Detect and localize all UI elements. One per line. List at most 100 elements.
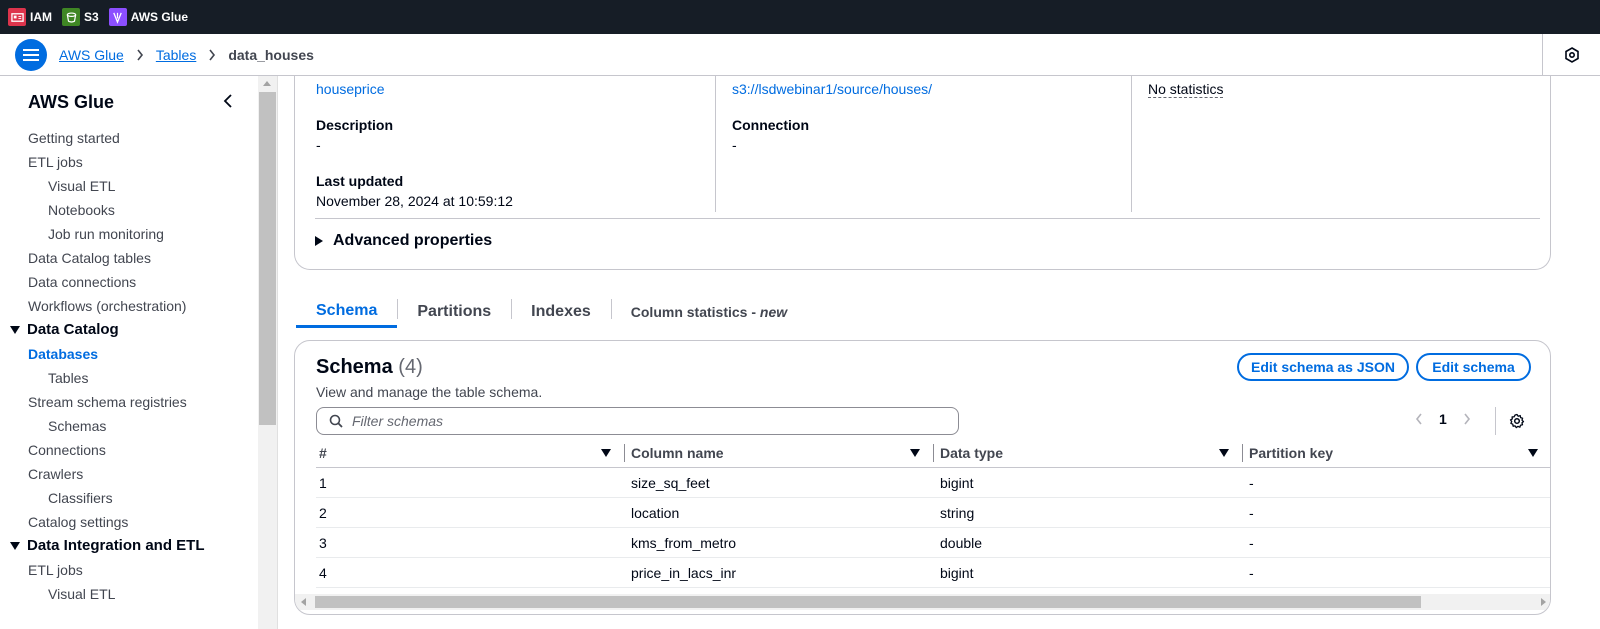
sidebar-item-getting-started[interactable]: Getting started (0, 126, 263, 150)
cell-partition-key: - (1243, 557, 1550, 588)
column-header-label: Column name (631, 445, 724, 461)
sidebar-item-classifiers[interactable]: Classifiers (0, 486, 263, 510)
filter-schemas-field[interactable] (316, 407, 959, 435)
schema-title: Schema (316, 356, 393, 378)
cell-data-type: string (934, 497, 1243, 528)
glue-icon (108, 8, 127, 26)
side-navigation: AWS Glue Getting started ETL jobs Visual E… (0, 76, 263, 629)
chevron-right-icon[interactable] (1463, 413, 1471, 425)
chevron-left-icon[interactable] (1415, 413, 1423, 425)
cell-data-type: double (934, 527, 1243, 558)
schema-table: # Column name Data type Partition key 1 … (316, 439, 1550, 588)
menu-button[interactable] (15, 38, 47, 71)
sidebar-item-etl-jobs[interactable]: ETL jobs (0, 150, 263, 174)
sidebar-item-data-connections[interactable]: Data connections (0, 270, 263, 294)
nav-section-label: Data Catalog (27, 321, 119, 338)
last-updated-value: November 28, 2024 at 10:59:12 (316, 193, 513, 209)
sidebar-item-databases[interactable]: Databases (0, 342, 263, 366)
top-navigation-bar: IAM S3 AWS Glue (0, 0, 1600, 34)
column-header-partition-key[interactable]: Partition key (1243, 439, 1550, 468)
breadcrumb-link-aws-glue[interactable]: AWS Glue (59, 47, 124, 63)
table-preferences-button[interactable] (1509, 413, 1525, 434)
column-header-label: Partition key (1249, 445, 1334, 461)
advanced-properties-toggle[interactable]: Advanced properties (315, 218, 1540, 250)
cell-column-name: price_in_lacs_inr (625, 557, 934, 588)
nav-section-data-catalog[interactable]: Data Catalog (0, 318, 263, 342)
table-details-card: houseprice Description - Last updated No… (294, 76, 1551, 270)
statistics-status[interactable]: No statistics (1148, 81, 1224, 98)
location-link[interactable]: s3://lsdwebinar1/source/houses/ (732, 81, 932, 97)
chevron-right-icon (208, 49, 216, 61)
column-header-number[interactable]: # (316, 439, 625, 468)
sidebar-scrollbar[interactable] (258, 76, 277, 629)
search-icon (329, 414, 343, 428)
sidebar-item-stream-schema-registries[interactable]: Stream schema registries (0, 390, 263, 414)
sidebar-item-visual-etl[interactable]: Visual ETL (0, 582, 263, 606)
sidebar-item-data-catalog-tables[interactable]: Data Catalog tables (0, 246, 263, 270)
cell-column-name: size_sq_feet (625, 467, 934, 498)
sidebar-item-connections[interactable]: Connections (0, 438, 263, 462)
cell-data-type: bigint (934, 467, 1243, 498)
sidebar-item-crawlers[interactable]: Crawlers (0, 462, 263, 486)
service-shortcut-iam[interactable]: IAM (8, 8, 52, 26)
column-header-label: Data type (940, 445, 1004, 461)
edit-schema-button[interactable]: Edit schema (1416, 353, 1531, 381)
cell-column-name: location (625, 497, 934, 528)
service-shortcut-glue[interactable]: AWS Glue (108, 8, 189, 26)
tab-partitions[interactable]: Partitions (397, 296, 511, 328)
column-header-column-name[interactable]: Column name (625, 439, 934, 468)
cell-column-name: kms_from_metro (625, 527, 934, 558)
advanced-properties-label: Advanced properties (333, 232, 493, 249)
settings-panel-button[interactable] (1542, 34, 1600, 76)
table-row: 2 location string - (316, 497, 1550, 528)
description-label: Description (316, 117, 394, 133)
sort-icon[interactable] (910, 449, 920, 457)
tab-label: Partitions (417, 303, 492, 320)
tab-indexes[interactable]: Indexes (511, 296, 611, 328)
breadcrumb-link-tables[interactable]: Tables (156, 47, 196, 63)
nav-section-data-integration-and-etl[interactable]: Data Integration and ETL (0, 534, 263, 558)
caret-down-icon (10, 326, 20, 334)
tab-label: Column statistics - (630, 304, 760, 320)
main-content: houseprice Description - Last updated No… (278, 76, 1568, 629)
cell-partition-key: - (1243, 527, 1550, 558)
tab-label: Indexes (531, 303, 591, 320)
table-row: 3 kms_from_metro double - (316, 527, 1550, 558)
sidebar-item-schemas[interactable]: Schemas (0, 414, 263, 438)
sort-icon[interactable] (1528, 449, 1538, 457)
tab-column-statistics[interactable]: Column statistics - new (610, 296, 807, 328)
sidebar-item-job-run-monitoring[interactable]: Job run monitoring (0, 222, 263, 246)
schema-count: (4) (398, 356, 423, 378)
sidebar-item-catalog-settings[interactable]: Catalog settings (0, 510, 263, 534)
sidebar-item-tables[interactable]: Tables (0, 366, 263, 390)
breadcrumb-current: data_houses (228, 46, 314, 63)
table-horizontal-scrollbar[interactable] (295, 594, 1550, 610)
breadcrumb-bar: AWS Glue Tables data_houses (0, 34, 1600, 76)
database-link[interactable]: houseprice (316, 81, 385, 97)
service-shortcut-s3[interactable]: S3 (62, 8, 99, 26)
edit-schema-json-button[interactable]: Edit schema as JSON (1237, 353, 1409, 381)
sidebar-item-workflows-orchestration[interactable]: Workflows (orchestration) (0, 294, 263, 318)
cell-data-type: bigint (934, 557, 1243, 588)
sidebar-item-etl-jobs[interactable]: ETL jobs (0, 558, 263, 582)
tab-schema[interactable]: Schema (296, 296, 398, 328)
sidebar-item-visual-etl[interactable]: Visual ETL (0, 174, 263, 198)
column-header-label: # (319, 445, 327, 461)
s3-icon (62, 8, 80, 26)
iam-icon (8, 8, 26, 26)
description-value: - (316, 137, 321, 153)
column-header-data-type[interactable]: Data type (934, 439, 1243, 468)
hamburger-icon (23, 48, 39, 61)
tab-label: Schema (316, 301, 378, 319)
sort-icon[interactable] (1219, 449, 1229, 457)
service-shortcut-label: AWS Glue (130, 10, 189, 24)
filter-schemas-input[interactable] (352, 413, 932, 429)
sort-icon[interactable] (601, 449, 611, 457)
sidebar-item-notebooks[interactable]: Notebooks (0, 198, 263, 222)
table-header-row: # Column name Data type Partition key (316, 439, 1550, 468)
side-navigation-title[interactable]: AWS Glue (28, 92, 114, 113)
close-navigation-button[interactable] (222, 93, 234, 114)
current-page[interactable]: 1 (1439, 411, 1447, 427)
cell-partition-key: - (1243, 467, 1550, 498)
hexagon-settings-icon (1564, 47, 1579, 63)
